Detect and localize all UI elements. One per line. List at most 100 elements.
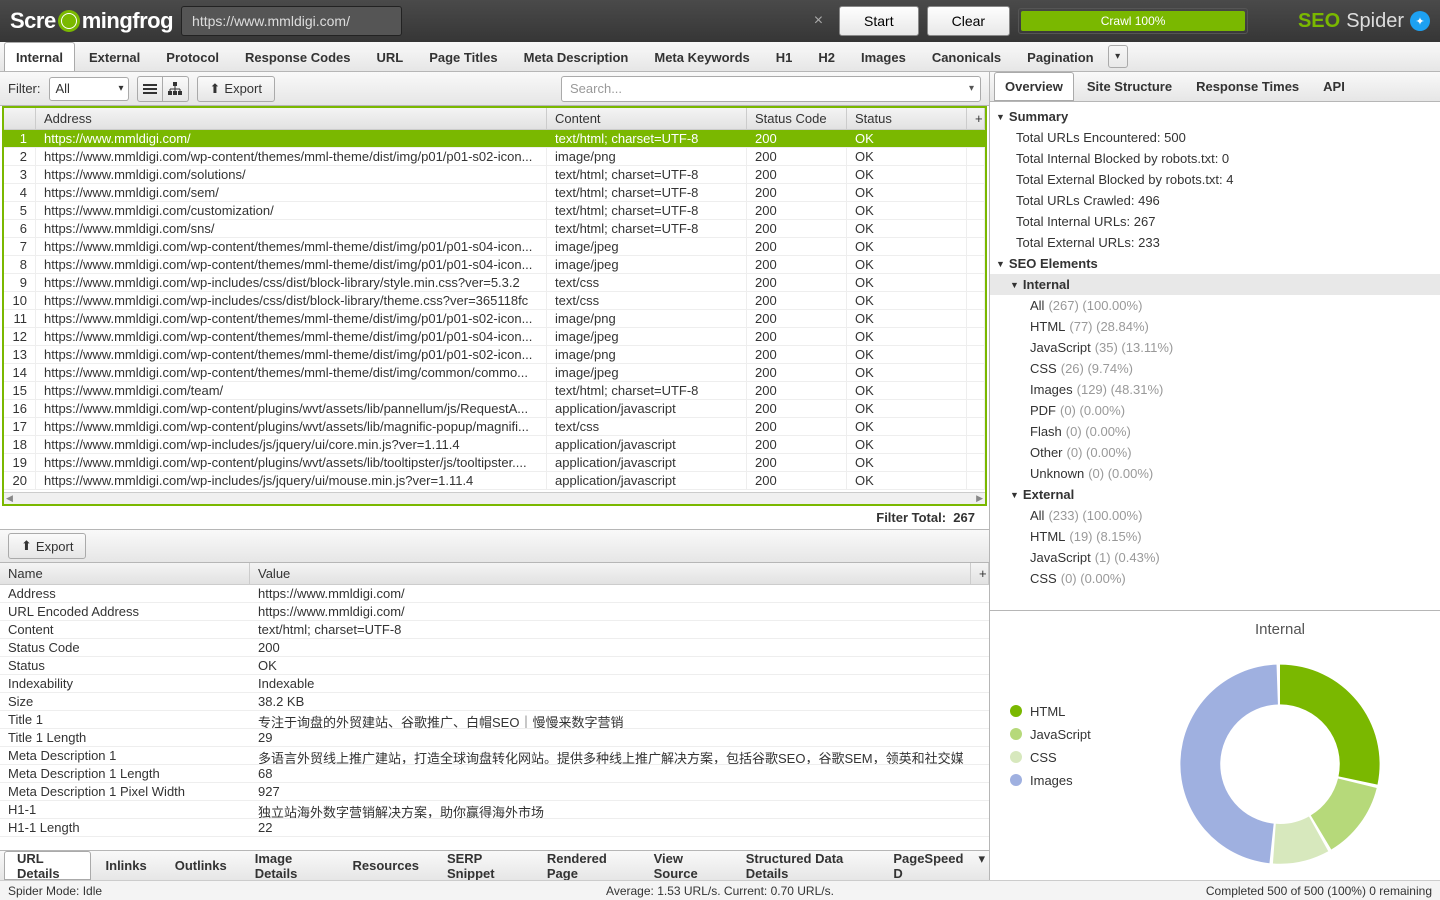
- table-row[interactable]: 5https://www.mmldigi.com/customization/t…: [4, 202, 985, 220]
- tab-pagination[interactable]: Pagination: [1015, 42, 1105, 71]
- tab-url[interactable]: URL: [365, 42, 416, 71]
- detail-row[interactable]: Status Code200: [0, 639, 989, 657]
- tab-images[interactable]: Images: [849, 42, 918, 71]
- th-status[interactable]: Status: [847, 108, 967, 129]
- th-value[interactable]: Value: [250, 563, 971, 584]
- detail-row[interactable]: Title 1 Length29: [0, 729, 989, 747]
- overview-item[interactable]: CSS (26) (9.74%): [990, 358, 1440, 379]
- btab-serp-snippet[interactable]: SERP Snippet: [434, 851, 532, 880]
- table-row[interactable]: 15https://www.mmldigi.com/team/text/html…: [4, 382, 985, 400]
- th-content[interactable]: Content: [547, 108, 747, 129]
- overview-item[interactable]: Total URLs Encountered: 500: [990, 127, 1440, 148]
- table-row[interactable]: 20https://www.mmldigi.com/wp-includes/js…: [4, 472, 985, 490]
- btab-view-source[interactable]: View Source: [641, 851, 731, 880]
- overview-item[interactable]: CSS (0) (0.00%): [990, 568, 1440, 589]
- tab-h1[interactable]: H1: [764, 42, 805, 71]
- overview-item[interactable]: Total Internal Blocked by robots.txt: 0: [990, 148, 1440, 169]
- detail-row[interactable]: IndexabilityIndexable: [0, 675, 989, 693]
- detail-row[interactable]: Contenttext/html; charset=UTF-8: [0, 621, 989, 639]
- detail-row[interactable]: H1-1独立站海外数字营销解决方案，助你赢得海外市场: [0, 801, 989, 819]
- filter-select[interactable]: All: [49, 77, 129, 101]
- overview-item[interactable]: HTML (19) (8.15%): [990, 526, 1440, 547]
- overview-item[interactable]: Total URLs Crawled: 496: [990, 190, 1440, 211]
- th-num[interactable]: [4, 108, 36, 129]
- view-list-icon[interactable]: [137, 76, 163, 102]
- table-row[interactable]: 1https://www.mmldigi.com/text/html; char…: [4, 130, 985, 148]
- overview-item[interactable]: Total Internal URLs: 267: [990, 211, 1440, 232]
- detail-row[interactable]: H1-1 Length22: [0, 819, 989, 837]
- table-row[interactable]: 7https://www.mmldigi.com/wp-content/them…: [4, 238, 985, 256]
- detail-row[interactable]: Size38.2 KB: [0, 693, 989, 711]
- th-address[interactable]: Address: [36, 108, 547, 129]
- tab-response-codes[interactable]: Response Codes: [233, 42, 362, 71]
- th-status-code[interactable]: Status Code: [747, 108, 847, 129]
- url-input[interactable]: [181, 6, 402, 36]
- tabs-overflow-icon[interactable]: ▾: [1108, 45, 1128, 68]
- table-row[interactable]: 2https://www.mmldigi.com/wp-content/them…: [4, 148, 985, 166]
- table-row[interactable]: 11https://www.mmldigi.com/wp-content/the…: [4, 310, 985, 328]
- btab-image-details[interactable]: Image Details: [242, 851, 338, 880]
- start-button[interactable]: Start: [839, 6, 919, 36]
- overview-item[interactable]: Other (0) (0.00%): [990, 442, 1440, 463]
- export-button[interactable]: ⬆Export: [197, 76, 275, 102]
- th-name[interactable]: Name: [0, 563, 250, 584]
- overview-item[interactable]: ▼Summary: [990, 106, 1440, 127]
- tab-internal[interactable]: Internal: [4, 42, 75, 71]
- detail-row[interactable]: Meta Description 1多语言外贸线上推广建站，打造全球询盘转化网站…: [0, 747, 989, 765]
- btab-url-details[interactable]: URL Details: [4, 851, 91, 880]
- btab-rendered-page[interactable]: Rendered Page: [534, 851, 639, 880]
- twitter-icon[interactable]: ✦: [1410, 11, 1430, 31]
- table-row[interactable]: 6https://www.mmldigi.com/sns/text/html; …: [4, 220, 985, 238]
- table-row[interactable]: 14https://www.mmldigi.com/wp-content/the…: [4, 364, 985, 382]
- clear-url-icon[interactable]: ×: [814, 12, 823, 30]
- overview-item[interactable]: HTML (77) (28.84%): [990, 316, 1440, 337]
- overview-item[interactable]: All (267) (100.00%): [990, 295, 1440, 316]
- detail-row[interactable]: StatusOK: [0, 657, 989, 675]
- table-h-scrollbar[interactable]: ◀▶: [4, 492, 985, 504]
- tab-protocol[interactable]: Protocol: [154, 42, 231, 71]
- overview-item[interactable]: JavaScript (1) (0.43%): [990, 547, 1440, 568]
- search-input[interactable]: Search...: [561, 76, 981, 102]
- table-row[interactable]: 16https://www.mmldigi.com/wp-content/plu…: [4, 400, 985, 418]
- overview-item[interactable]: All (233) (100.00%): [990, 505, 1440, 526]
- overview-item[interactable]: Flash (0) (0.00%): [990, 421, 1440, 442]
- tab-page-titles[interactable]: Page Titles: [417, 42, 509, 71]
- detail-row[interactable]: Meta Description 1 Pixel Width927: [0, 783, 989, 801]
- btab-inlinks[interactable]: Inlinks: [93, 851, 160, 880]
- rtab-overview[interactable]: Overview: [994, 72, 1074, 101]
- view-tree-icon[interactable]: [163, 76, 189, 102]
- bottom-tabs-overflow-icon[interactable]: ▾: [978, 851, 985, 880]
- rtab-site-structure[interactable]: Site Structure: [1076, 72, 1183, 101]
- table-row[interactable]: 12https://www.mmldigi.com/wp-content/the…: [4, 328, 985, 346]
- btab-resources[interactable]: Resources: [339, 851, 431, 880]
- table-row[interactable]: 10https://www.mmldigi.com/wp-includes/cs…: [4, 292, 985, 310]
- tab-meta-keywords[interactable]: Meta Keywords: [642, 42, 761, 71]
- overview-item[interactable]: JavaScript (35) (13.11%): [990, 337, 1440, 358]
- btab-structured-data-details[interactable]: Structured Data Details: [733, 851, 879, 880]
- table-row[interactable]: 8https://www.mmldigi.com/wp-content/them…: [4, 256, 985, 274]
- overview-item[interactable]: Images (129) (48.31%): [990, 379, 1440, 400]
- table-row[interactable]: 19https://www.mmldigi.com/wp-content/plu…: [4, 454, 985, 472]
- overview-item[interactable]: ▼SEO Elements: [990, 253, 1440, 274]
- table-row[interactable]: 4https://www.mmldigi.com/sem/text/html; …: [4, 184, 985, 202]
- btab-outlinks[interactable]: Outlinks: [162, 851, 240, 880]
- detail-row[interactable]: URL Encoded Addresshttps://www.mmldigi.c…: [0, 603, 989, 621]
- detail-row[interactable]: Title 1专注于询盘的外贸建站、谷歌推广、白帽SEO｜慢慢来数字营销: [0, 711, 989, 729]
- detail-export-button[interactable]: ⬆Export: [8, 533, 86, 559]
- tab-external[interactable]: External: [77, 42, 152, 71]
- table-row[interactable]: 13https://www.mmldigi.com/wp-content/the…: [4, 346, 985, 364]
- overview-item[interactable]: Total External URLs: 233: [990, 232, 1440, 253]
- overview-item[interactable]: PDF (0) (0.00%): [990, 400, 1440, 421]
- btab-pagespeed-d[interactable]: PageSpeed D: [880, 851, 976, 880]
- table-row[interactable]: 18https://www.mmldigi.com/wp-includes/js…: [4, 436, 985, 454]
- detail-row[interactable]: Meta Description 1 Length68: [0, 765, 989, 783]
- table-row[interactable]: 3https://www.mmldigi.com/solutions/text/…: [4, 166, 985, 184]
- table-row[interactable]: 17https://www.mmldigi.com/wp-content/plu…: [4, 418, 985, 436]
- table-row[interactable]: 9https://www.mmldigi.com/wp-includes/css…: [4, 274, 985, 292]
- rtab-api[interactable]: API: [1312, 72, 1356, 101]
- overview-item[interactable]: Unknown (0) (0.00%): [990, 463, 1440, 484]
- tab-canonicals[interactable]: Canonicals: [920, 42, 1013, 71]
- overview-item[interactable]: Total External Blocked by robots.txt: 4: [990, 169, 1440, 190]
- detail-row[interactable]: Addresshttps://www.mmldigi.com/: [0, 585, 989, 603]
- tab-meta-description[interactable]: Meta Description: [512, 42, 641, 71]
